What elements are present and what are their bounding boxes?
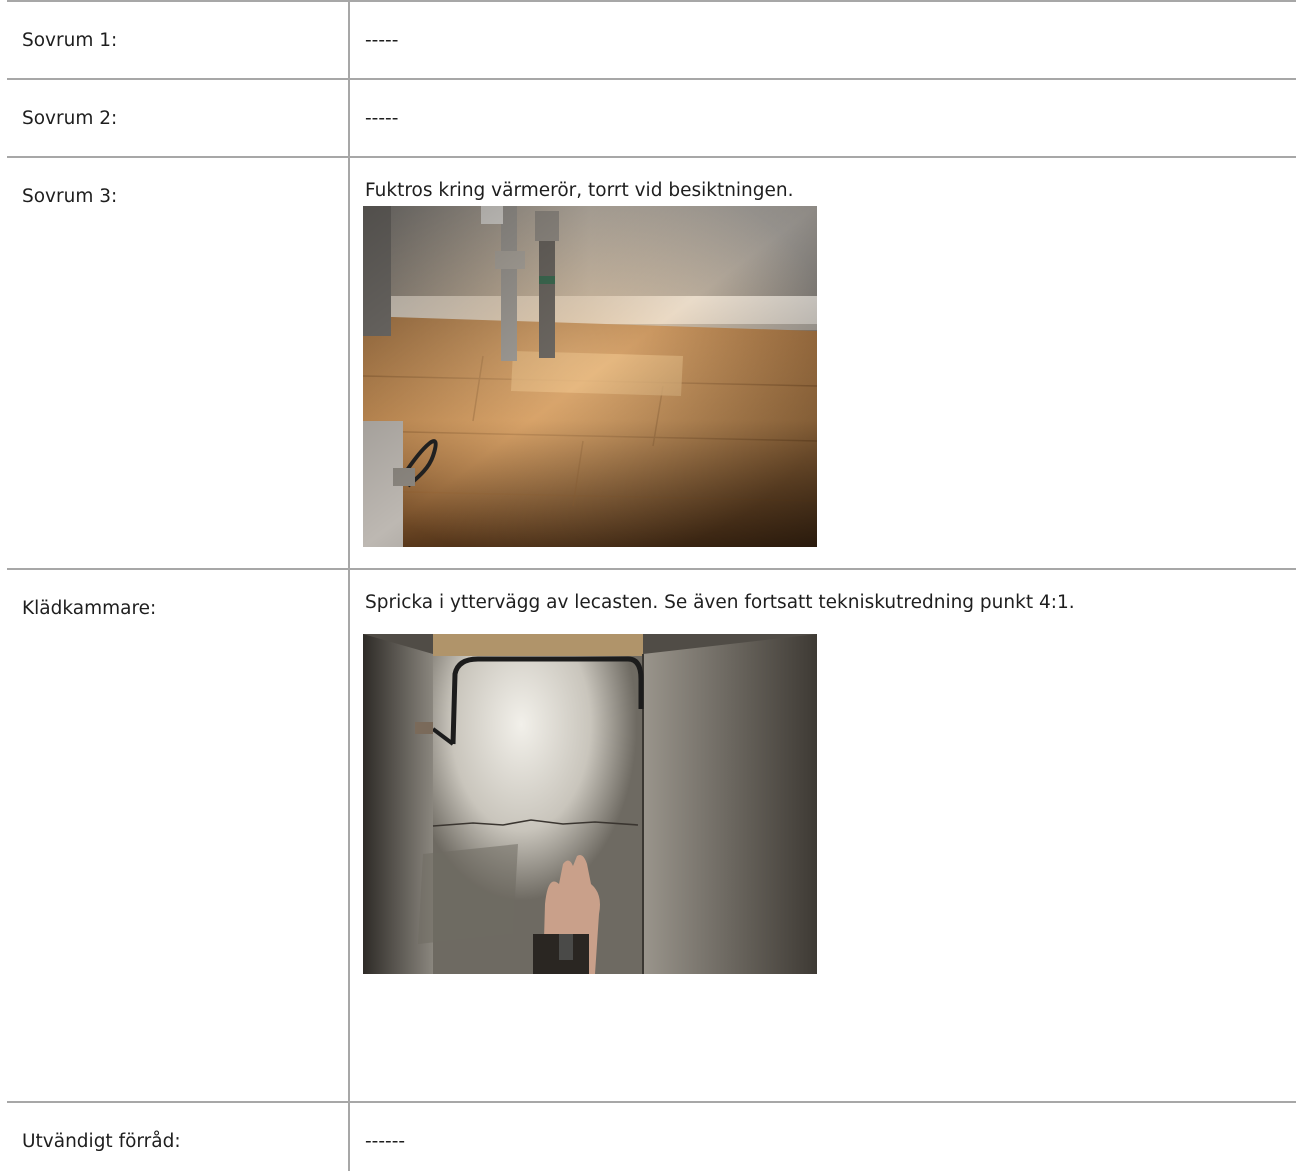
row-label: Sovrum 3: xyxy=(22,186,118,207)
row-label-cell: Sovrum 1: xyxy=(7,1,350,79)
table-row: Utvändigt förråd: ------ xyxy=(7,1102,1296,1171)
row-value-cell: Spricka i yttervägg av lecasten. Se även… xyxy=(349,569,1296,1102)
row-label-cell: Sovrum 3: xyxy=(7,157,350,569)
row-value: Fuktros kring värmerör, torrt vid besikt… xyxy=(365,180,794,201)
row-value: ------ xyxy=(365,1131,406,1152)
row-label-cell: Klädkammare: xyxy=(7,569,350,1102)
row-value-cell: ----- xyxy=(349,79,1296,157)
row-label: Sovrum 1: xyxy=(22,30,118,51)
closet-wall-crack-photo xyxy=(363,634,817,974)
table-row: Sovrum 2: ----- xyxy=(7,79,1296,157)
row-label: Utvändigt förråd: xyxy=(22,1131,181,1152)
row-label: Sovrum 2: xyxy=(22,108,118,129)
table-row: Sovrum 3: Fuktros kring värmerör, torrt … xyxy=(7,157,1296,569)
row-label-cell: Sovrum 2: xyxy=(7,79,350,157)
inspection-table: Sovrum 1: ----- Sovrum 2: ----- Sovrum 3… xyxy=(7,0,1296,1171)
row-label-cell: Utvändigt förråd: xyxy=(7,1102,350,1171)
heating-pipes-floor-photo xyxy=(363,206,817,547)
row-value: ----- xyxy=(365,108,399,129)
row-value-cell: ----- xyxy=(349,1,1296,79)
table-row: Sovrum 1: ----- xyxy=(7,1,1296,79)
row-value-cell: Fuktros kring värmerör, torrt vid besikt… xyxy=(349,157,1296,569)
row-value-cell: ------ xyxy=(349,1102,1296,1171)
row-value: ----- xyxy=(365,30,399,51)
row-value: Spricka i yttervägg av lecasten. Se även… xyxy=(365,592,1075,613)
table-row: Klädkammare: Spricka i yttervägg av leca… xyxy=(7,569,1296,1102)
row-label: Klädkammare: xyxy=(22,598,157,619)
